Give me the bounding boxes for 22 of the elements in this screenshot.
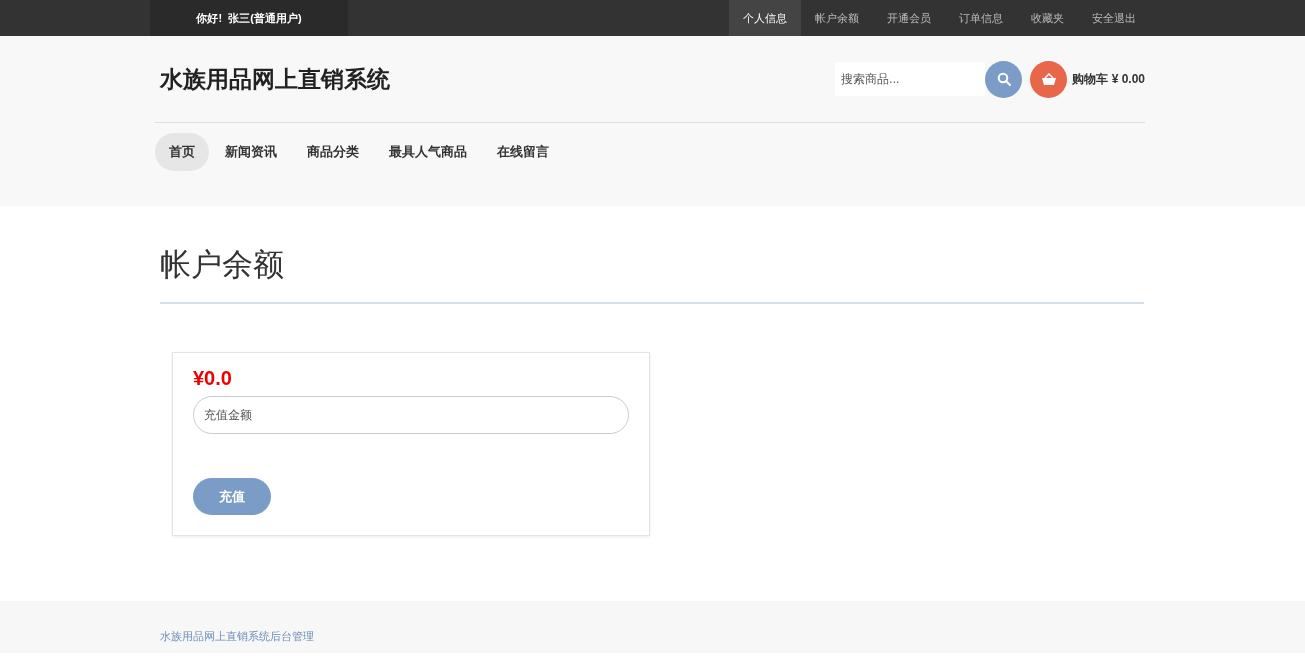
- top-link[interactable]: 帐户余额: [801, 0, 873, 36]
- nav-link[interactable]: 最具人气商品: [375, 133, 481, 171]
- nav-link[interactable]: 首页: [155, 133, 209, 171]
- nav-link[interactable]: 在线留言: [483, 133, 563, 171]
- nav-link[interactable]: 商品分类: [293, 133, 373, 171]
- cart-button[interactable]: [1030, 60, 1068, 98]
- site-title: 水族用品网上直销系统: [160, 64, 390, 94]
- top-link[interactable]: 订单信息: [945, 0, 1017, 36]
- search-field[interactable]: 搜索商品...: [835, 62, 986, 96]
- search-icon: [996, 72, 1011, 86]
- basket-icon: [1040, 72, 1057, 86]
- amount-field[interactable]: 充值金额: [193, 396, 629, 434]
- balance-amount: ¥0.0: [193, 367, 233, 390]
- search-button[interactable]: [985, 60, 1023, 98]
- cart-total[interactable]: 购物车 ¥ 0.00: [1072, 70, 1145, 88]
- top-link[interactable]: 安全退出: [1078, 0, 1150, 36]
- greeting-text: 你好! 张三(普通用户): [150, 0, 348, 36]
- nav-link[interactable]: 新闻资讯: [211, 133, 291, 171]
- top-link[interactable]: 开通会员: [873, 0, 945, 36]
- top-link[interactable]: 个人信息: [729, 0, 801, 36]
- top-link[interactable]: 收藏夹: [1017, 0, 1078, 36]
- page-title: 帐户余额: [160, 246, 285, 284]
